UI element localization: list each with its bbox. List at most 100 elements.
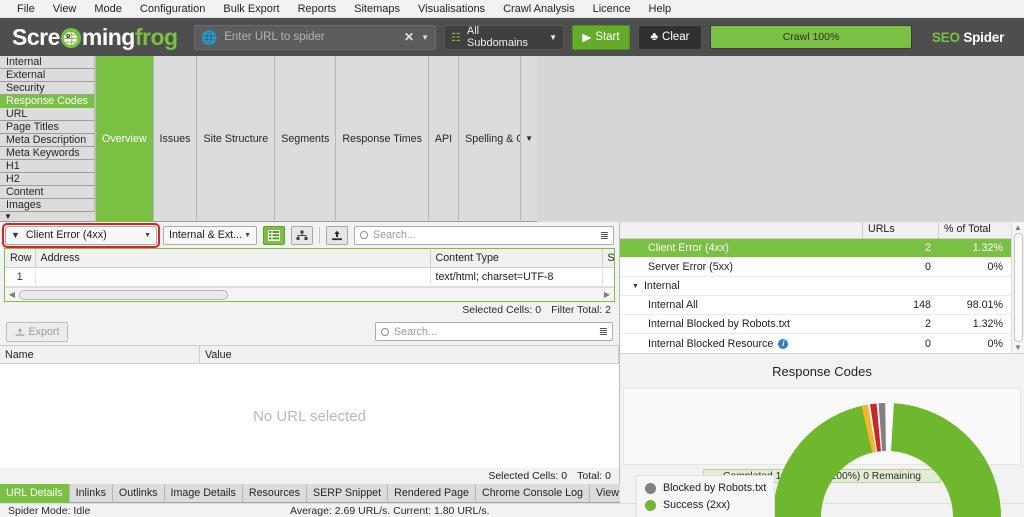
tab-internal[interactable]: Internal — [0, 56, 95, 69]
menu-item-bulk-export[interactable]: Bulk Export — [214, 1, 288, 17]
tab-content[interactable]: Content — [0, 186, 95, 199]
main-search-box[interactable]: ≣ — [354, 226, 614, 245]
left-tabs-overflow-icon[interactable]: ▼ — [0, 212, 95, 222]
menu-item-licence[interactable]: Licence — [584, 1, 640, 17]
right-panel: URLs % of Total Client Error (4xx) 2 1.3… — [620, 222, 1024, 484]
crawl-scope-dropdown[interactable]: ☷ All Subdomains ▼ — [444, 25, 564, 50]
chevron-down-icon[interactable]: ▼ — [632, 283, 639, 290]
legend-swatch-icon — [645, 483, 656, 494]
overview-column-header-pct[interactable]: % of Total — [939, 222, 1011, 238]
list-view-icon[interactable] — [263, 226, 285, 245]
scroll-left-icon[interactable]: ◀ — [7, 290, 17, 299]
right-tabs-overflow-icon[interactable]: ▼ — [521, 56, 537, 222]
info-icon[interactable]: i — [778, 339, 788, 349]
tab-images[interactable]: Images — [0, 199, 95, 212]
tab-url-details[interactable]: URL Details — [0, 484, 70, 503]
menu-item-reports[interactable]: Reports — [289, 1, 346, 17]
lower-search-input[interactable] — [394, 326, 594, 338]
lower-search-box[interactable]: ≣ — [375, 322, 613, 341]
overview-row-server-error[interactable]: Server Error (5xx) 0 0% — [620, 258, 1011, 277]
menu-item-file[interactable]: File — [8, 1, 44, 17]
logo-text-part3: frog — [135, 24, 178, 50]
overview-column-header-urls[interactable]: URLs — [863, 222, 939, 238]
tab-rendered-page[interactable]: Rendered Page — [388, 484, 476, 503]
overview-row-blocked-robots[interactable]: Internal Blocked by Robots.txt 2 1.32% — [620, 315, 1011, 334]
column-header-content-type[interactable]: Content Type — [430, 249, 602, 267]
column-header-address[interactable]: Address — [35, 249, 430, 267]
redacted-address — [41, 271, 201, 282]
response-codes-table: Row Address Content Type Sta▴ 1 — [4, 248, 615, 302]
tab-chrome-console-log[interactable]: Chrome Console Log — [476, 484, 590, 503]
tab-segments[interactable]: Segments — [275, 56, 336, 222]
export-button[interactable]: Export — [6, 322, 68, 342]
tab-issues[interactable]: Issues — [154, 56, 198, 222]
tab-serp-snippet[interactable]: SERP Snippet — [307, 484, 388, 503]
legend-item-blocked-robots[interactable]: Blocked by Robots.txt — [645, 482, 766, 494]
start-button[interactable]: ▶ Start — [572, 25, 630, 50]
menu-item-configuration[interactable]: Configuration — [131, 1, 214, 17]
overview-vertical-scrollbar[interactable]: ▲ ▼ — [1011, 222, 1024, 353]
scrollbar-thumb[interactable] — [19, 290, 228, 300]
overview-row-internal-group[interactable]: ▼ Internal — [620, 277, 1011, 296]
export-icon — [15, 327, 25, 337]
tab-security[interactable]: Security — [0, 82, 95, 95]
funnel-icon: ▼ — [11, 230, 20, 240]
url-input[interactable] — [224, 31, 397, 43]
scrollbar-thumb[interactable] — [1014, 233, 1023, 342]
scope-dropdown[interactable]: Internal & Ext... ▼ — [163, 226, 257, 245]
tab-meta-keywords[interactable]: Meta Keywords — [0, 147, 95, 160]
tab-image-details[interactable]: Image Details — [165, 484, 243, 503]
url-input-container[interactable]: 🌐 ✕ ▼ — [194, 25, 436, 50]
menu-item-sitemaps[interactable]: Sitemaps — [345, 1, 409, 17]
column-header-row[interactable]: Row — [5, 249, 35, 267]
tab-external[interactable]: External — [0, 69, 95, 82]
filter-dropdown[interactable]: ▼ Client Error (4xx) ▼ — [5, 226, 157, 245]
export-upload-icon[interactable] — [326, 226, 348, 245]
column-header-value[interactable]: Value — [200, 346, 619, 363]
main-search-input[interactable] — [373, 229, 595, 241]
scroll-up-icon[interactable]: ▲ — [1014, 223, 1022, 232]
tab-h1[interactable]: H1 — [0, 160, 95, 173]
menu-item-visualisations[interactable]: Visualisations — [409, 1, 494, 17]
overview-row-urls: 0 — [863, 261, 939, 273]
table-row[interactable]: 1 text/html; charset=UTF-8 — [5, 267, 614, 286]
overview-row-client-error[interactable]: Client Error (4xx) 2 1.32% — [620, 239, 1011, 258]
tab-overview[interactable]: Overview — [96, 56, 154, 222]
tab-site-structure[interactable]: Site Structure — [197, 56, 275, 222]
tab-url[interactable]: URL — [0, 108, 95, 121]
search-options-icon[interactable]: ≣ — [599, 325, 607, 338]
tab-spelling-grammar[interactable]: Spelling & Gr — [459, 56, 521, 222]
horizontal-scrollbar[interactable]: ◀ ▶ — [5, 287, 614, 301]
tab-inlinks[interactable]: Inlinks — [70, 484, 113, 503]
response-codes-chart: Blocked by Robots.txt Success (2xx) Redi… — [623, 388, 1021, 465]
menu-item-mode[interactable]: Mode — [85, 1, 131, 17]
clear-x-icon[interactable]: ✕ — [404, 30, 414, 44]
app-toolbar: Scre ming frog 🌐 ✕ ▼ ☷ All Subdomains ▼ — [0, 18, 1024, 56]
chevron-down-icon[interactable]: ▼ — [421, 33, 429, 42]
response-codes-table-body[interactable]: Row Address Content Type Sta▴ 1 — [5, 249, 614, 287]
search-icon — [381, 328, 389, 336]
tab-h2[interactable]: H2 — [0, 173, 95, 186]
overview-row-blocked-resource[interactable]: Internal Blocked Resource i 0 0% — [620, 334, 1011, 353]
scroll-right-icon[interactable]: ▶ — [602, 290, 612, 299]
menu-item-view[interactable]: View — [44, 1, 86, 17]
tab-response-times[interactable]: Response Times — [336, 56, 429, 222]
tab-page-titles[interactable]: Page Titles — [0, 121, 95, 134]
menu-item-crawl-analysis[interactable]: Crawl Analysis — [494, 1, 584, 17]
menu-item-help[interactable]: Help — [640, 1, 681, 17]
overview-row-internal-all[interactable]: Internal All 148 98.01% — [620, 296, 1011, 315]
scroll-down-icon[interactable]: ▼ — [1014, 343, 1022, 352]
tab-response-codes[interactable]: Response Codes — [0, 95, 95, 108]
tab-resources[interactable]: Resources — [243, 484, 307, 503]
tab-outlinks[interactable]: Outlinks — [113, 484, 165, 503]
chevron-down-icon: ▼ — [244, 232, 251, 239]
search-options-icon[interactable]: ≣ — [600, 229, 608, 242]
tab-api[interactable]: API — [429, 56, 459, 222]
clear-button[interactable]: ♣ Clear — [638, 25, 702, 50]
column-header-name[interactable]: Name — [0, 346, 200, 363]
tab-meta-description[interactable]: Meta Description — [0, 134, 95, 147]
scrollbar-track[interactable] — [19, 290, 600, 300]
tree-view-icon[interactable] — [291, 226, 313, 245]
column-header-status[interactable]: Sta▴ — [602, 249, 614, 267]
legend-item-success[interactable]: Success (2xx) — [645, 499, 766, 511]
